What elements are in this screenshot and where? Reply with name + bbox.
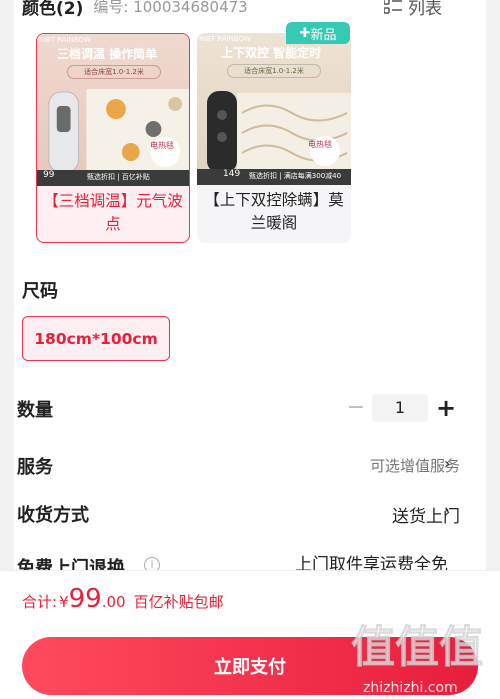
service-label: 服务 xyxy=(17,457,53,478)
total-label: 合计: xyxy=(22,593,58,611)
new-badge-label: 新品 xyxy=(310,27,337,43)
total-price-integer: 99 xyxy=(68,584,102,614)
thumb-brand: RIBT RAINBOW xyxy=(39,36,92,44)
thumb-tag: 甄选折扣 | 百亿补贴 xyxy=(87,173,150,181)
thumb-price: 99 xyxy=(43,170,55,180)
list-view-toggle[interactable]: 列表 xyxy=(384,0,442,19)
thumb-price: 149 xyxy=(223,169,241,179)
product-sku: 编号: 100034680473 xyxy=(93,0,248,16)
variant-card-polka[interactable]: RIBT RAINBOW 三档调温 操作简单 适合床宽1.0-1.2米 电热毯 … xyxy=(36,33,190,243)
size-option-180x100[interactable]: 180cm*100cm xyxy=(22,316,170,361)
chevron-right-icon[interactable]: › xyxy=(444,502,450,521)
chevron-right-icon[interactable]: › xyxy=(444,454,450,473)
size-section-title: 尺码 xyxy=(22,281,58,302)
total-price-decimal: .00 xyxy=(101,593,126,611)
new-badge: ✚ 新品 xyxy=(286,22,350,44)
thumb-subtitle: 适合床宽1.0-1.2米 xyxy=(67,65,161,79)
list-icon xyxy=(384,0,402,14)
thumb-brand: RIBT RAINBOW xyxy=(199,35,252,43)
variant-caption: 【上下双控除螨】莫兰暖阁 xyxy=(204,191,344,232)
currency-symbol: ¥ xyxy=(59,593,69,611)
watermark-logo: 值值值 xyxy=(351,622,483,673)
list-view-label: 列表 xyxy=(408,0,442,19)
thumb-badge: 电热毯 xyxy=(150,141,174,150)
color-section-header: 颜色(2) 编号: 100034680473 xyxy=(22,0,248,19)
plus-icon: ✚ xyxy=(299,25,311,41)
thumb-tag: 甄选折扣 | 满店每满300减40 xyxy=(249,172,342,180)
quantity-label: 数量 xyxy=(17,400,53,421)
variant-caption: 【三档调温】元气波点 xyxy=(43,192,183,233)
quantity-increase-button[interactable]: + xyxy=(436,394,456,422)
quantity-decrease-button[interactable]: − xyxy=(346,395,366,421)
color-section-title: 颜色(2) xyxy=(22,0,84,19)
quantity-input[interactable]: 1 xyxy=(372,394,428,422)
thumb-banner: 上下双控 智能定时 xyxy=(221,46,322,60)
variant-card-moran[interactable]: RIBT RAINBOW 上下双控 智能定时 适合床宽1.0-1.2米 电热毯 … xyxy=(197,33,351,243)
subsidy-note: 百亿补贴包邮 xyxy=(133,593,224,611)
watermark-url: zhizhizhi.com xyxy=(363,680,458,696)
delivery-label: 收货方式 xyxy=(17,505,89,526)
thumb-subtitle: 适合床宽1.0-1.2米 xyxy=(227,64,321,78)
thumb-badge: 电热毯 xyxy=(308,140,332,149)
thumb-banner: 三档调温 操作简单 xyxy=(57,47,158,61)
site-watermark: 值值值 zhizhizhi.com xyxy=(351,622,484,697)
order-total: 合计: ¥ 99 .00 百亿补贴包邮 xyxy=(22,584,224,614)
